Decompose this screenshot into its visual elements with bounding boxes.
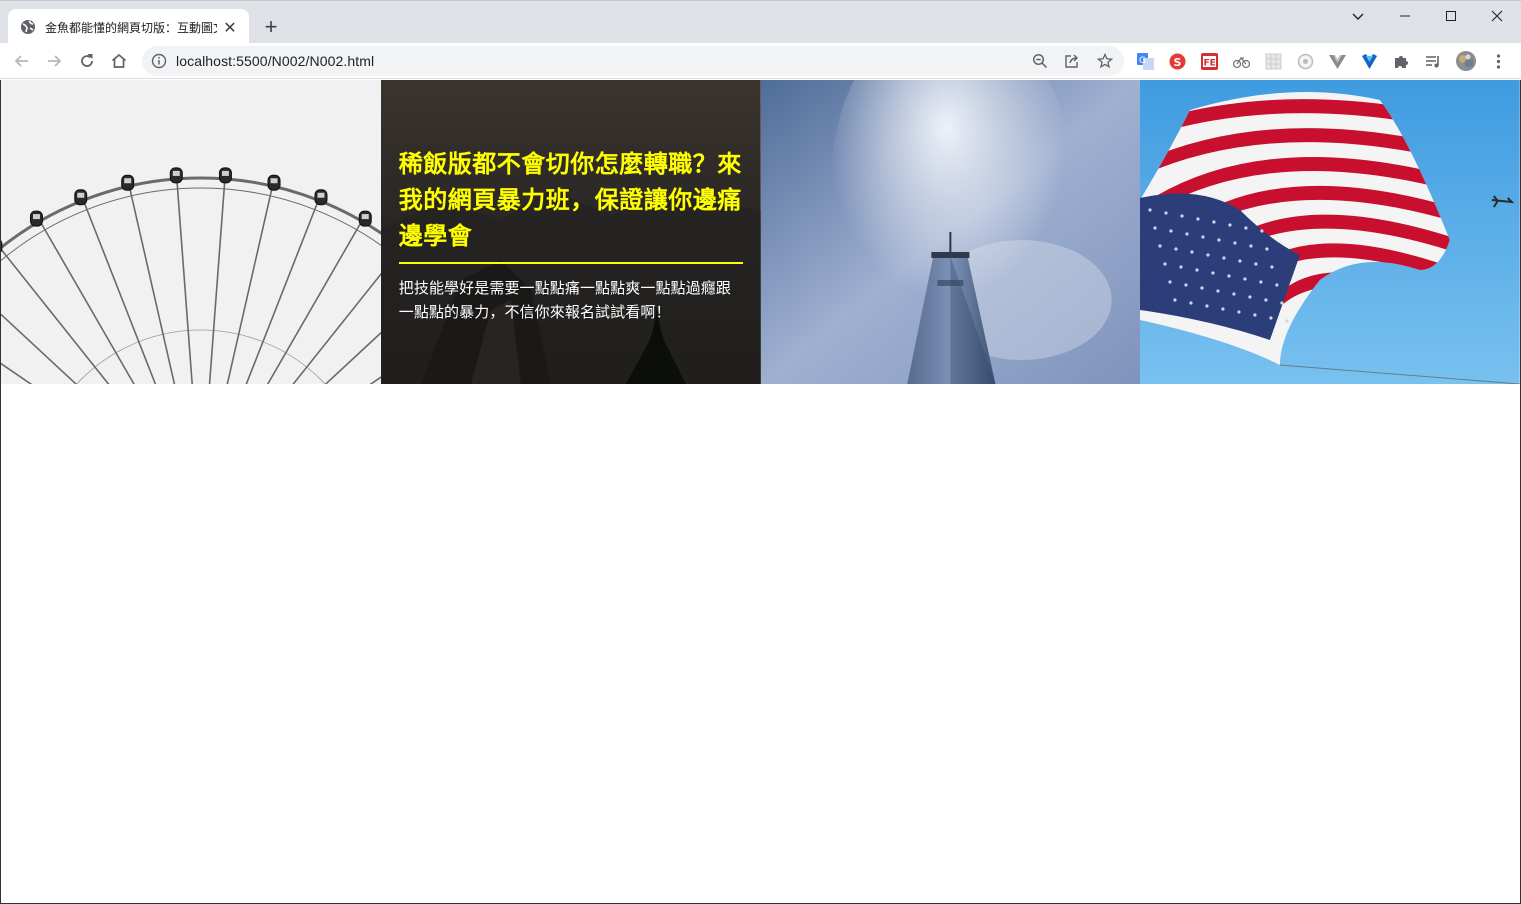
window-border-left bbox=[0, 80, 1, 904]
gallery-panel-featured[interactable]: 稀飯版都不會切你怎麼轉職？來我的網頁暴力班，保證讓你邊痛邊學會 把技能學好是需要… bbox=[380, 80, 761, 384]
browser-tab[interactable]: 金魚都能懂的網頁切版：互動圖文 ✕ bbox=[8, 9, 249, 45]
star-icon[interactable] bbox=[1097, 53, 1113, 69]
s-extension-icon[interactable]: S bbox=[1169, 53, 1186, 70]
skyscraper-image bbox=[760, 80, 1141, 384]
back-button[interactable] bbox=[6, 45, 38, 77]
menu-kebab-icon[interactable] bbox=[1490, 53, 1507, 70]
minimize-icon bbox=[1400, 15, 1410, 17]
info-icon[interactable] bbox=[151, 53, 167, 69]
media-controls-icon[interactable] bbox=[1425, 53, 1442, 70]
headline: 稀飯版都不會切你怎麼轉職？來我的網頁暴力班，保證讓你邊痛邊學會 bbox=[398, 150, 742, 250]
browser-toolbar: localhost:5500/N002/N002.html G S FE bbox=[0, 43, 1521, 79]
share-icon[interactable] bbox=[1064, 53, 1080, 69]
tab-strip: 金魚都能懂的網頁切版：互動圖文 ✕ + bbox=[0, 0, 1521, 45]
grid-extension-icon[interactable] bbox=[1265, 53, 1282, 70]
home-button[interactable] bbox=[103, 45, 135, 77]
reload-icon bbox=[81, 54, 93, 67]
gallery-panel-american-flag[interactable] bbox=[1140, 80, 1520, 384]
zoom-icon[interactable] bbox=[1032, 53, 1048, 69]
forward-button[interactable] bbox=[38, 45, 70, 77]
address-bar[interactable]: localhost:5500/N002/N002.html bbox=[142, 46, 1124, 76]
gallery-panel-ferris-wheel[interactable] bbox=[1, 80, 381, 384]
home-icon bbox=[111, 53, 127, 68]
svg-text:S: S bbox=[1174, 56, 1182, 69]
globe-icon bbox=[21, 20, 35, 34]
url-text[interactable]: localhost:5500/N002/N002.html bbox=[176, 53, 374, 69]
reload-button[interactable] bbox=[71, 45, 103, 77]
description: 把技能學好是需要一點點痛一點點爽一點點過癮跟一點點的暴力，不信你來報名試試看啊！ bbox=[398, 279, 731, 321]
tab-title: 金魚都能懂的網頁切版：互動圖文 bbox=[45, 20, 217, 35]
avatar[interactable] bbox=[1456, 51, 1476, 71]
american-flag-image bbox=[1140, 80, 1520, 384]
svg-text:FE: FE bbox=[1204, 59, 1216, 69]
arrow-left-icon bbox=[14, 55, 28, 67]
close-tab-icon[interactable]: ✕ bbox=[221, 18, 239, 37]
compass-extension-icon[interactable] bbox=[1297, 53, 1314, 70]
featured-overlay: 稀飯版都不會切你怎麼轉職？來我的網頁暴力班，保證讓你邊痛邊學會 把技能學好是需要… bbox=[398, 146, 743, 324]
gallery-panel-skyscraper[interactable] bbox=[760, 80, 1141, 384]
image-gallery: 稀飯版都不會切你怎麼轉職？來我的網頁暴力班，保證讓你邊痛邊學會 把技能學好是需要… bbox=[1, 80, 1520, 384]
yellow-divider bbox=[398, 262, 743, 264]
vue-devtools-icon[interactable] bbox=[1329, 53, 1346, 70]
heart-extension-icon[interactable] bbox=[1361, 53, 1378, 70]
close-icon bbox=[1491, 10, 1503, 22]
tab-search-button[interactable] bbox=[1335, 1, 1381, 31]
maximize-icon bbox=[1446, 11, 1456, 21]
maximize-button[interactable] bbox=[1428, 1, 1474, 31]
puzzle-icon[interactable] bbox=[1393, 53, 1410, 70]
minimize-button[interactable] bbox=[1382, 1, 1428, 31]
fe-extension-icon[interactable]: FE bbox=[1201, 53, 1218, 70]
translate-extension-icon[interactable]: G bbox=[1137, 53, 1154, 70]
new-tab-button[interactable]: + bbox=[259, 14, 283, 39]
ferris-wheel-image bbox=[1, 80, 381, 384]
close-window-button[interactable] bbox=[1474, 1, 1520, 31]
svg-text:G: G bbox=[1139, 56, 1146, 66]
bike-extension-icon[interactable] bbox=[1233, 53, 1250, 70]
arrow-right-icon bbox=[48, 55, 62, 67]
chevron-down-icon bbox=[1352, 13, 1364, 20]
